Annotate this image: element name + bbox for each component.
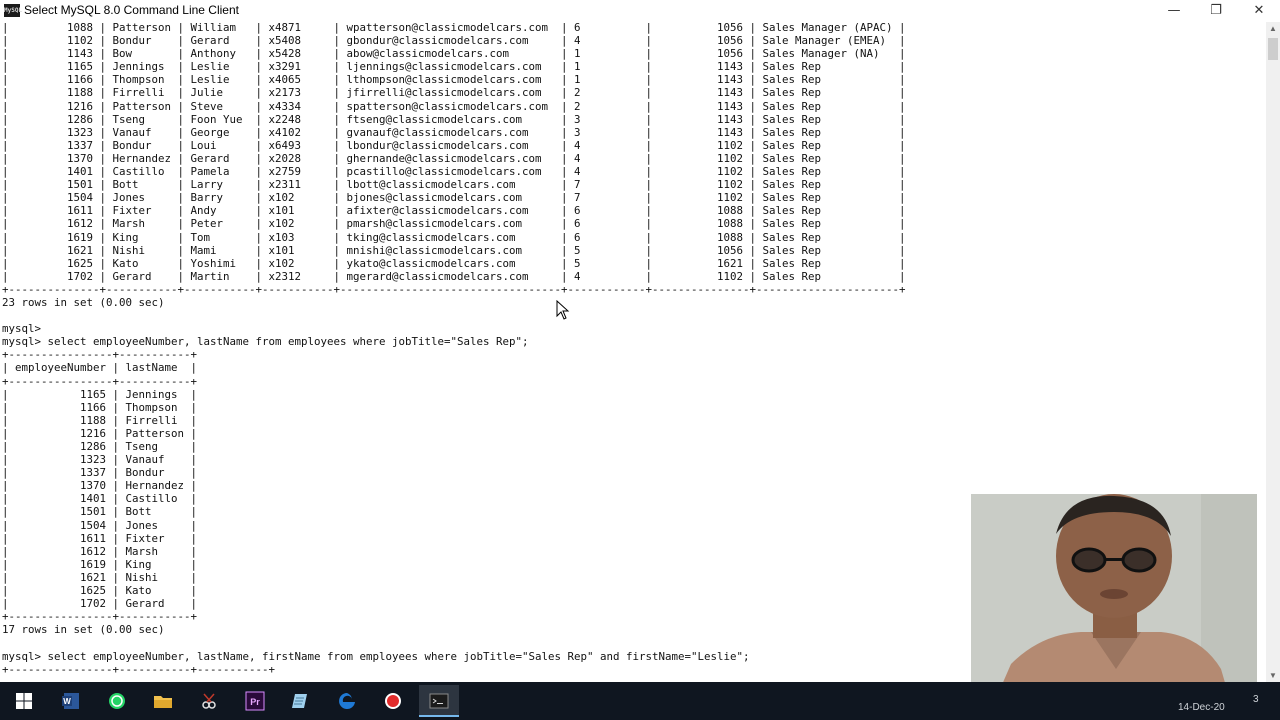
console-line: | 1143 | Bow | Anthony | x5428 | abow@cl… — [2, 47, 906, 61]
console-line: | 1501 | Bott | Larry | x2311 | lbott@cl… — [2, 178, 906, 192]
console-line: | 1165 | Jennings | — [2, 387, 198, 401]
close-button[interactable]: ✕ — [1237, 0, 1280, 22]
snipping-tool-icon — [202, 693, 216, 709]
console-line: | 1401 | Castillo | Pamela | x2759 | pca… — [2, 165, 906, 179]
taskbar-premiere[interactable]: Pr — [235, 685, 275, 717]
webcam-overlay — [971, 494, 1257, 710]
taskbar-recorder[interactable] — [373, 685, 413, 717]
console-line: | 1286 | Tseng | — [2, 440, 198, 453]
taskbar-snipping-tool[interactable] — [189, 685, 229, 717]
mysql-console-icon — [429, 693, 449, 709]
premiere-icon: Pr — [245, 691, 265, 711]
svg-text:Pr: Pr — [250, 697, 260, 707]
file-explorer-icon — [154, 696, 172, 708]
console-line: | 1625 | Kato | Yoshimi | x102 | ykato@c… — [2, 256, 906, 270]
console-line: | 1337 | Bondur | Loui | x6493 | lbondur… — [2, 138, 906, 152]
svg-text:W: W — [63, 697, 71, 706]
edge-icon — [339, 693, 355, 709]
console-line: | 1504 | Jones | Barry | x102 | bjones@c… — [2, 191, 906, 205]
console-line: mysql> select employeeNumber, lastName f… — [2, 335, 529, 349]
taskbar-file-explorer[interactable] — [143, 685, 183, 717]
console-line: | 1216 | Patterson | — [2, 426, 198, 440]
windows-start-icon — [16, 693, 32, 709]
whatsapp-icon — [109, 693, 125, 709]
console-line: | 1188 | Firrelli | Julie | x2173 | jfir… — [2, 86, 906, 100]
console-line: | 1370 | Hernandez | Gerard | x2028 | gh… — [2, 151, 906, 165]
notepad-icon — [292, 694, 307, 708]
console-line: | 1611 | Fixter | — [2, 531, 198, 545]
console-line: +--------------+-----------+-----------+… — [2, 282, 906, 296]
console-line: | 1370 | Hernandez | — [2, 479, 198, 493]
taskbar-clock-date[interactable]: 14-Dec-20 — [1178, 702, 1225, 713]
scroll-thumb[interactable] — [1268, 38, 1278, 60]
console-line: | employeeNumber | lastName | — [2, 361, 198, 375]
mysql-app-icon: MySQL — [4, 4, 22, 17]
title-bar: MySQL Select MySQL 8.0 Command Line Clie… — [0, 0, 1280, 23]
console-line: | 1401 | Castillo | — [2, 492, 198, 506]
console-line: | 1625 | Kato | — [2, 584, 198, 598]
presenter-video-icon — [971, 494, 1257, 710]
console-line: | 1621 | Nishi | Mami | x101 | mnishi@cl… — [2, 243, 906, 257]
console-line: +----------------+-----------+ — [2, 374, 198, 388]
console-line: | 1504 | Jones | — [2, 518, 198, 532]
console-line: | 1166 | Thompson | Leslie | x4065 | lth… — [2, 73, 906, 87]
console-line: 17 rows in set (0.00 sec) — [2, 623, 165, 637]
minimize-button[interactable]: — — [1152, 0, 1196, 22]
console-line: +----------------+-----------+----------… — [2, 662, 276, 676]
console-line: | 1286 | Tseng | Foon Yue | x2248 | ftse… — [2, 112, 906, 126]
mouse-cursor-icon — [556, 300, 570, 320]
console-line: | 1088 | Patterson | William | x4871 | w… — [2, 22, 906, 34]
console-line: | 1612 | Marsh | — [2, 544, 198, 558]
tray-indicator[interactable]: 3 — [1253, 694, 1259, 705]
console-line: | 1216 | Patterson | Steve | x4334 | spa… — [2, 99, 906, 113]
console-line: 23 rows in set (0.00 sec) — [2, 295, 165, 309]
console-line: | 1612 | Marsh | Peter | x102 | pmarsh@c… — [2, 217, 906, 231]
console-line: mysql> — [2, 322, 42, 336]
console-line: | 1165 | Jennings | Leslie | x3291 | lje… — [2, 60, 906, 74]
console-text: | 1088 | Patterson | William | x4871 | w… — [2, 22, 906, 676]
word-icon: W — [62, 693, 79, 709]
console-line: | 1619 | King | — [2, 557, 198, 571]
scroll-up-icon[interactable]: ▲ — [1269, 24, 1277, 33]
taskbar-mysql-console[interactable] — [419, 685, 459, 717]
start-button[interactable] — [4, 685, 44, 717]
restore-button[interactable]: ❐ — [1194, 0, 1238, 22]
vertical-scrollbar[interactable]: ▲ ▼ — [1266, 22, 1280, 682]
console-line: | 1621 | Nishi | — [2, 570, 198, 584]
record-icon — [385, 693, 401, 709]
console-line: | 1188 | Firrelli | — [2, 413, 198, 427]
taskbar-word[interactable]: W — [51, 685, 91, 717]
console-line: | 1166 | Thompson | — [2, 400, 198, 414]
console-line: | 1337 | Bondur | — [2, 466, 198, 480]
console-line: | 1702 | Gerard | Martin | x2312 | mgera… — [2, 269, 906, 283]
taskbar-edge[interactable] — [327, 685, 367, 717]
console-line: +----------------+-----------+ — [2, 610, 198, 624]
console-line: | 1323 | Vanauf | — [2, 453, 198, 467]
console-line: mysql> select employeeNumber, lastName, … — [2, 649, 750, 663]
taskbar-notepad[interactable] — [281, 685, 321, 717]
console-line: | 1501 | Bott | — [2, 505, 198, 519]
console-line: | 1611 | Fixter | Andy | x101 | afixter@… — [2, 204, 906, 218]
console-line: | 1102 | Bondur | Gerard | x5408 | gbond… — [2, 34, 906, 48]
window-title: Select MySQL 8.0 Command Line Client — [24, 3, 239, 17]
scroll-down-icon[interactable]: ▼ — [1269, 671, 1277, 680]
console-line: | 1619 | King | Tom | x103 | tking@class… — [2, 230, 906, 244]
console-line: +----------------+-----------+ — [2, 348, 198, 362]
taskbar: W Pr 14-Dec-20 3 — [0, 682, 1280, 720]
taskbar-whatsapp[interactable] — [97, 685, 137, 717]
console-line: | 1702 | Gerard | — [2, 597, 198, 611]
console-line: | 1323 | Vanauf | George | x4102 | gvana… — [2, 125, 906, 139]
